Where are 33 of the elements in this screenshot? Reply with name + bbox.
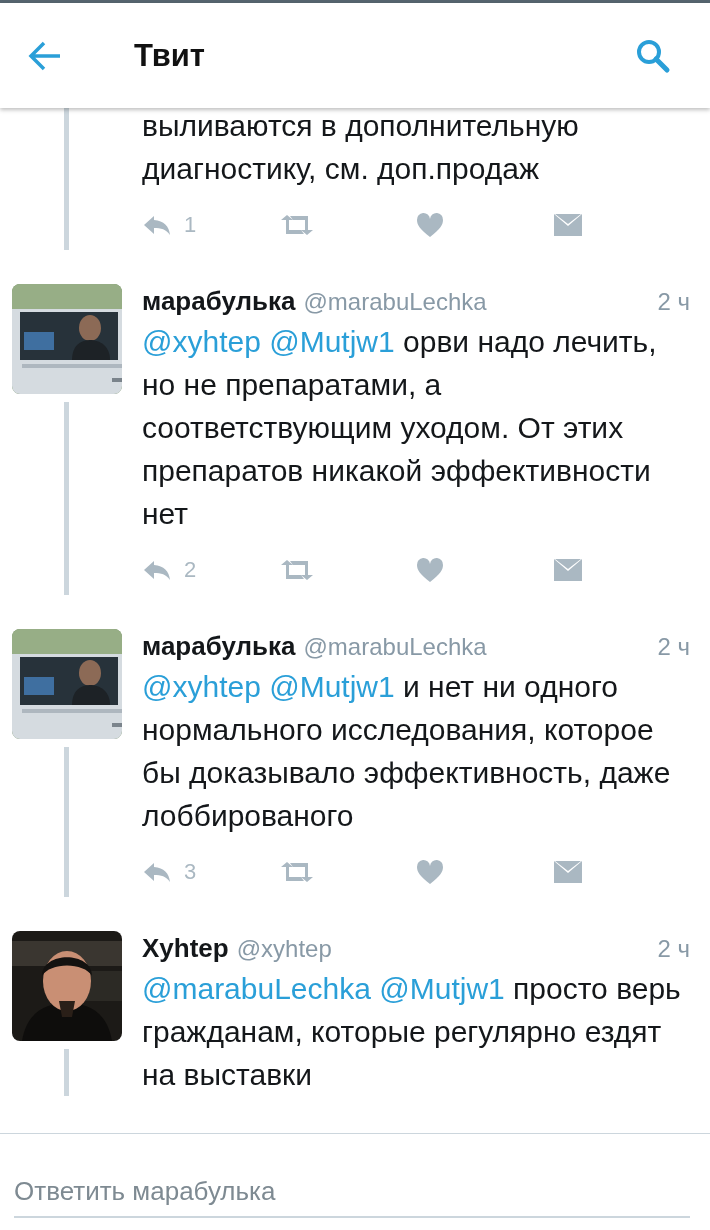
tweet-text: выливаются в дополнительную диагностику, см. доп.продаж (142, 108, 580, 187)
user-name[interactable]: марабулька (142, 286, 296, 317)
user-handle: @xyhtep (236, 935, 333, 963)
mention-link[interactable]: @xyhtep (142, 325, 261, 358)
tweet-time: 2 ч (657, 935, 690, 963)
user-name[interactable]: Xyhtep (142, 933, 229, 964)
message-icon[interactable] (553, 860, 583, 884)
mention-link[interactable]: @xyhtep (142, 670, 261, 703)
tweet-time: 2 ч (657, 288, 690, 316)
tweet-time: 2 ч (657, 633, 690, 661)
mention-link[interactable]: @Mutjw1 (379, 972, 505, 1005)
tweet-text: @marabuLechka @Mutjw1 просто верь гражданам, которые регулярно ездят на выставки (142, 971, 682, 1093)
message-icon[interactable] (553, 558, 583, 582)
mention-link[interactable]: @marabuLechka (142, 972, 371, 1005)
reply-count: 1 (184, 212, 197, 238)
mention-link[interactable]: @Mutjw1 (269, 325, 395, 358)
retweet-icon[interactable] (279, 861, 315, 883)
mention-link[interactable]: @Mutjw1 (269, 670, 395, 703)
message-icon[interactable] (553, 213, 583, 237)
retweet-icon[interactable] (279, 214, 315, 236)
like-icon[interactable] (416, 557, 444, 583)
reply-count: 2 (184, 557, 197, 583)
tweet-text: @xyhtep @Mutjw1 и нет ни одного нормального исследования, которое бы доказывало эффективность, даже лоббированого (142, 669, 672, 834)
retweet-icon[interactable] (279, 559, 315, 581)
screen-title: Твит (134, 37, 207, 74)
tweet-text: @xyhtep @Mutjw1 орви надо лечить, но не препаратами, а соответствующим уходом. От этих препаратов никакой эффективности нет (142, 324, 658, 532)
user-name[interactable]: марабулька (142, 631, 296, 662)
like-icon[interactable] (416, 859, 444, 885)
reply-count: 3 (184, 859, 197, 885)
user-handle: @marabuLechka (303, 288, 488, 316)
like-icon[interactable] (416, 212, 444, 238)
user-handle: @marabuLechka (303, 633, 488, 661)
reply-field[interactable]: Ответить марабулька (14, 1166, 690, 1218)
